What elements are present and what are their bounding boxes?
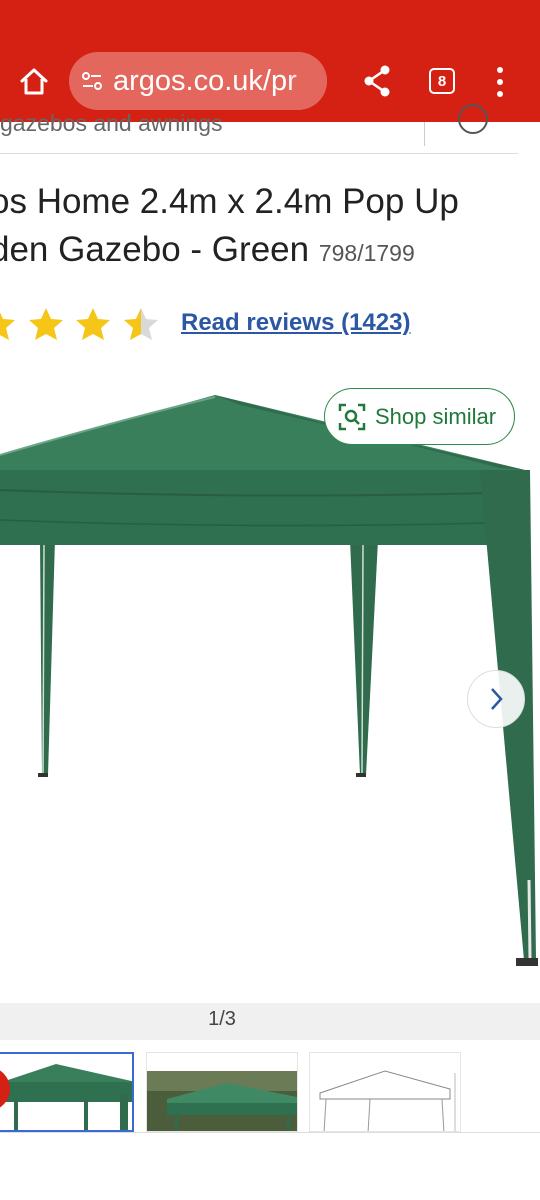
next-image-button[interactable]: [467, 670, 525, 728]
star-icon: [76, 308, 110, 340]
shop-similar-button[interactable]: Shop similar: [324, 388, 515, 445]
product-title: os Home 2.4m x 2.4m Pop Up den Gazebo - …: [0, 178, 530, 277]
home-button[interactable]: [14, 62, 54, 102]
info-icon[interactable]: [458, 104, 488, 134]
share-icon[interactable]: [360, 63, 394, 99]
visual-search-icon: [338, 403, 366, 430]
chevron-right-icon: [491, 688, 503, 710]
product-title-line2-text: den Gazebo - Green: [0, 230, 310, 269]
star-icon: [0, 312, 15, 340]
rating-stars: [0, 308, 158, 340]
divider: [0, 1132, 540, 1133]
more-vertical-icon[interactable]: [490, 65, 510, 99]
price-code: 798/1799: [318, 240, 415, 266]
read-reviews-link[interactable]: Read reviews (1423): [181, 309, 410, 337]
tab-switcher-button[interactable]: 8: [429, 68, 455, 94]
divider: [0, 153, 518, 154]
product-title-line2: den Gazebo - Green 798/1799: [0, 226, 530, 277]
url-fade: [287, 52, 327, 110]
product-title-line1: os Home 2.4m x 2.4m Pop Up: [0, 182, 459, 221]
thumbnail-1[interactable]: [0, 1052, 134, 1132]
browser-toolbar: argos.co.uk/pr 8: [0, 0, 540, 122]
thumbnail-3[interactable]: [309, 1052, 461, 1132]
tune-icon[interactable]: [81, 70, 103, 92]
half-star-icon: [124, 308, 158, 340]
star-icon: [29, 308, 63, 340]
image-counter: 1/3: [208, 1008, 236, 1030]
breadcrumb-divider: [424, 122, 425, 146]
breadcrumb[interactable]: gazebos and awnings: [0, 110, 223, 137]
address-bar[interactable]: argos.co.uk/pr: [69, 52, 327, 110]
thumbnail-strip: [0, 1049, 540, 1134]
home-icon: [20, 68, 48, 95]
url-text: argos.co.uk/pr: [113, 64, 297, 97]
product-image[interactable]: [0, 380, 540, 1000]
thumbnail-2[interactable]: [146, 1052, 298, 1132]
gazebo-image: [0, 395, 538, 966]
shop-similar-label: Shop similar: [375, 403, 497, 429]
